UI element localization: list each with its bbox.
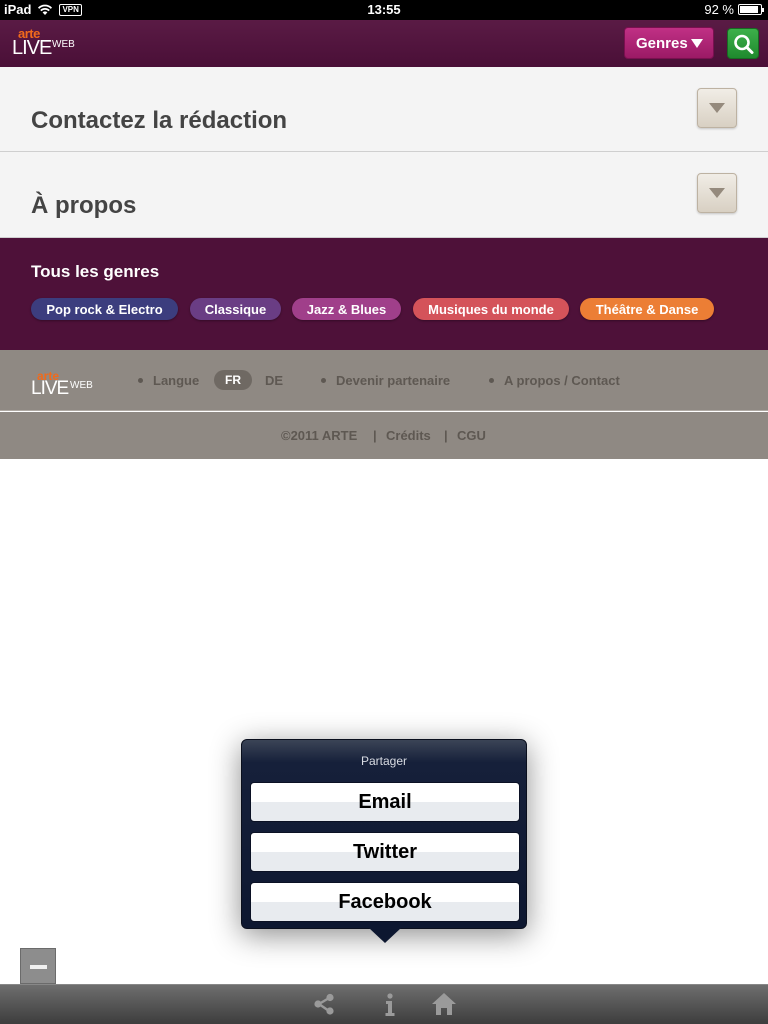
status-bar: iPad VPN 13:55 92 % [0, 0, 768, 20]
info-icon[interactable] [376, 990, 404, 1018]
about-link-text: A propos / Contact [504, 373, 620, 388]
genres-dropdown-button[interactable]: Genres [624, 27, 714, 59]
about-contact-link[interactable]: A propos / Contact [489, 373, 620, 388]
logo-web-text: WEB [70, 380, 93, 391]
site-header: arte LIVE WEB Genres [0, 20, 768, 67]
bullet-icon [489, 378, 494, 383]
genre-pill-classique[interactable]: Classique [190, 298, 281, 320]
share-facebook-button[interactable]: Facebook [250, 882, 520, 922]
bottom-toolbar [0, 984, 768, 1024]
minus-icon [30, 965, 47, 969]
app-screen: iPad VPN 13:55 92 % arte LIVE WEB Genres [0, 0, 768, 1024]
share-popover: Partager Email Twitter Facebook [241, 739, 527, 943]
credits-link[interactable]: Crédits [386, 428, 431, 443]
chevron-down-icon [691, 39, 703, 48]
battery-icon [738, 4, 764, 15]
minimize-button[interactable] [20, 948, 56, 984]
separator: | [373, 428, 377, 443]
partner-link[interactable]: Devenir partenaire [321, 373, 450, 388]
expand-button[interactable] [697, 88, 737, 128]
lang-de-link[interactable]: DE [265, 373, 283, 388]
chevron-down-icon [709, 103, 725, 113]
partner-link-text: Devenir partenaire [336, 373, 451, 388]
genre-pill-musiques-du-monde[interactable]: Musiques du monde [413, 298, 569, 320]
popover-arrow [369, 928, 401, 943]
share-email-button[interactable]: Email [250, 782, 520, 822]
expand-button[interactable] [697, 173, 737, 213]
logo-live-text: LIVE [12, 37, 52, 59]
bullet-icon [138, 378, 143, 383]
separator: | [444, 428, 448, 443]
footer-nav: arte LIVE WEB Langue DE Devenir partenai… [0, 350, 768, 411]
home-icon[interactable] [430, 990, 458, 1018]
search-icon [734, 34, 754, 54]
logo-live-text: LIVE [31, 378, 69, 399]
chevron-down-icon [709, 188, 725, 198]
language-label: Langue [138, 373, 199, 388]
section-title: Contactez la rédaction [31, 107, 288, 134]
genre-pill-theatre-danse[interactable]: Théâtre & Danse [580, 298, 714, 320]
footer-legal: ©2011 ARTE | Crédits | CGU [0, 412, 768, 459]
share-twitter-button[interactable]: Twitter [250, 832, 520, 872]
bullet-icon [321, 378, 326, 383]
genres-button-label: Genres [636, 34, 688, 52]
search-button[interactable] [727, 28, 759, 59]
share-icon[interactable] [310, 990, 338, 1018]
genre-pill-pop-rock[interactable]: Pop rock & Electro [31, 298, 178, 320]
accordion-contact[interactable]: Contactez la rédaction [0, 67, 768, 152]
section-title: À propos [31, 192, 137, 219]
lang-de-text: DE [265, 373, 284, 388]
logo-web-text: WEB [52, 39, 75, 50]
lang-fr-selected[interactable]: FR [214, 370, 252, 390]
clock: 13:55 [367, 2, 401, 17]
genres-heading: Tous les genres [31, 262, 160, 281]
langue-text: Langue [153, 373, 200, 388]
genres-section: Tous les genres Pop rock & Electro Class… [0, 238, 768, 350]
cgu-link[interactable]: CGU [457, 428, 486, 443]
genre-pill-jazz[interactable]: Jazz & Blues [292, 298, 401, 320]
popover-title: Partager [360, 754, 408, 768]
battery-percent: 92 % [704, 2, 734, 17]
copyright: ©2011 ARTE [281, 428, 358, 443]
accordion-about[interactable]: À propos [0, 152, 768, 238]
